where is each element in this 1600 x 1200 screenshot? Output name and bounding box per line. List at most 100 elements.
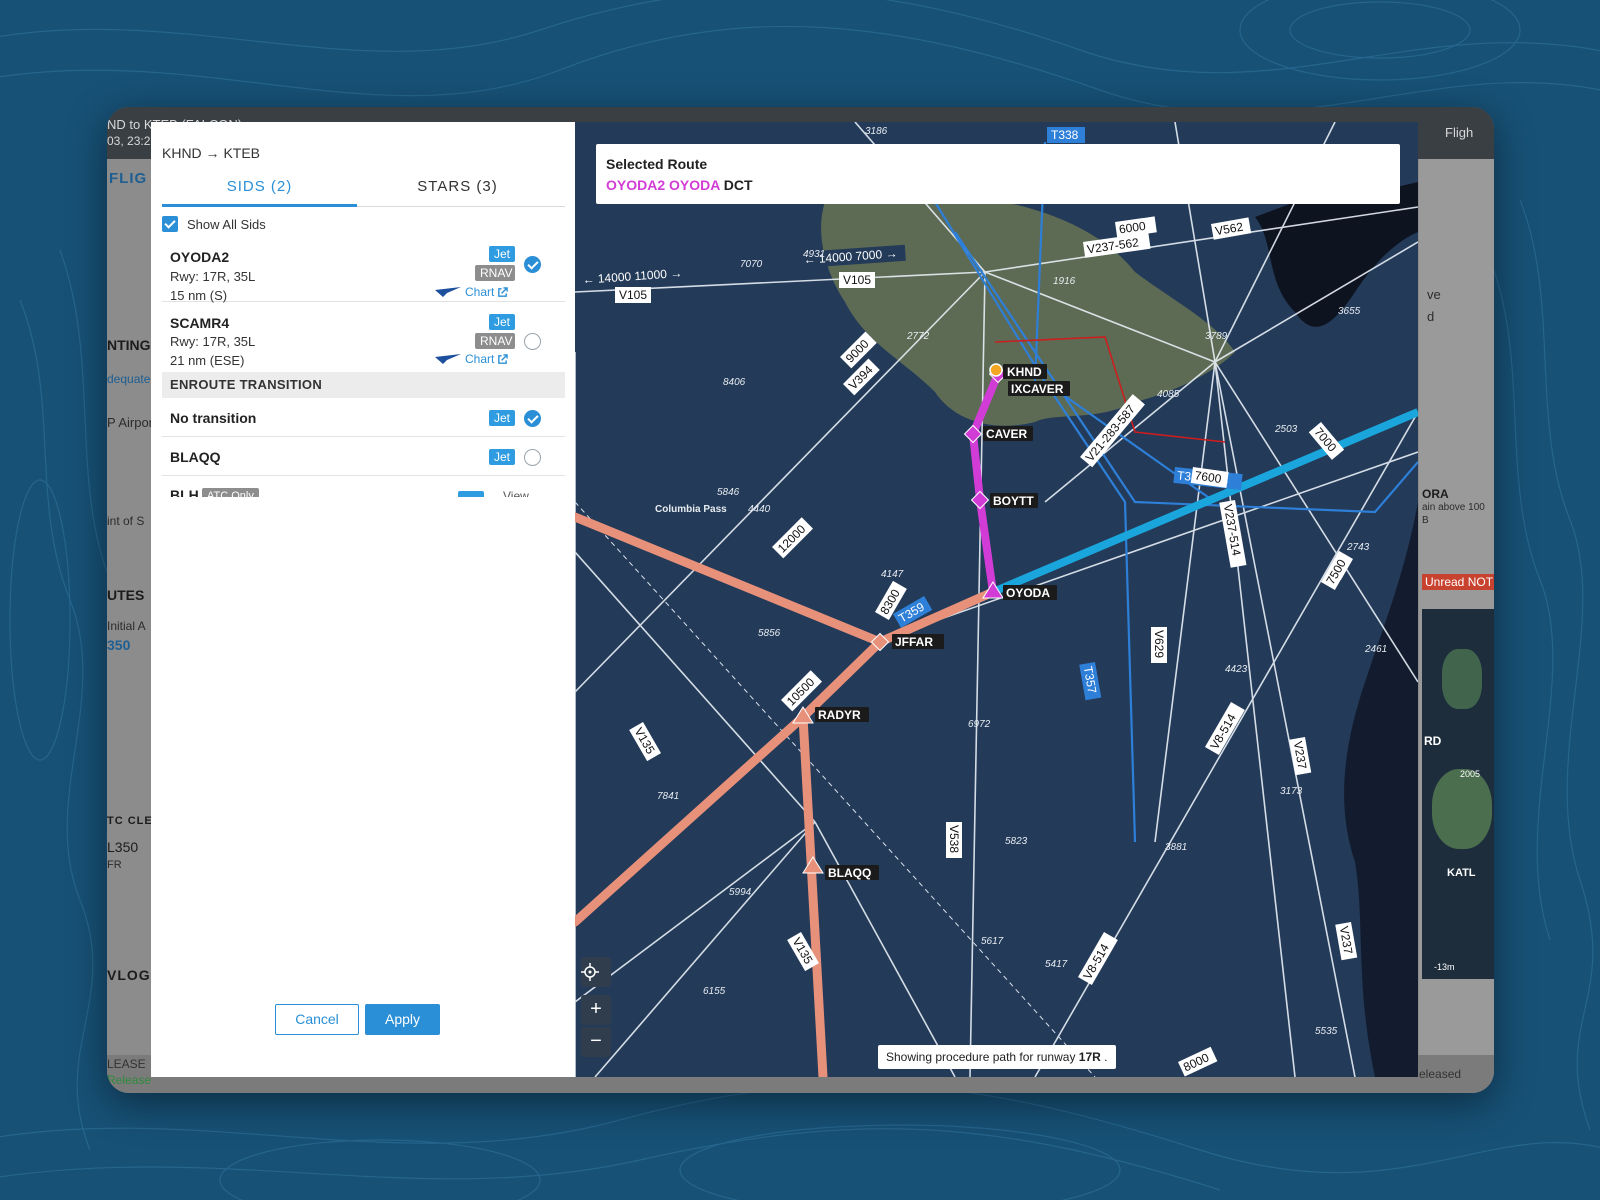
initial-text: Initial A [107, 619, 146, 633]
external-link-icon [498, 286, 509, 297]
checkbox-checked-icon[interactable] [162, 216, 178, 232]
tab-stars[interactable]: STARS (3) [360, 174, 555, 207]
route-pair-title: KHND → KTEB [162, 145, 261, 161]
procedure-radio-unselected[interactable] [524, 333, 541, 350]
apply-button[interactable]: Apply [365, 1004, 440, 1035]
transition-radio-selected[interactable] [524, 410, 541, 427]
external-link-icon [498, 353, 509, 364]
svg-text:7841: 7841 [657, 791, 679, 802]
atc-only-badge: ATC Only [202, 488, 259, 497]
note-prefix: Showing procedure path for runway [886, 1050, 1076, 1064]
transition-item-blh[interactable]: BLH ATC Only View [162, 477, 565, 497]
chart-link[interactable]: Chart [435, 352, 509, 366]
waypoint-label-radyr: RADYR [818, 708, 861, 722]
airway-label-v105b: V105 [843, 273, 871, 287]
procedure-name: OYODA2 [170, 249, 230, 265]
tablet-device-frame: ND to KTEB (FALCON) 03, 23:2 Fligh FLIG … [107, 107, 1494, 1093]
procedure-distance: 21 nm (ESE) [170, 353, 245, 368]
flight-tab: FLIG [109, 170, 148, 187]
procedure-runways: Rwy: 17R, 35L [170, 334, 256, 349]
transition-name: No transition [170, 410, 257, 426]
release-label: LEASE [107, 1057, 146, 1071]
waypoint-label-oyoda: OYODA [1006, 586, 1050, 600]
radar-time-label: -13m [1434, 962, 1455, 972]
view-link[interactable]: View [503, 489, 529, 497]
svg-text:6155: 6155 [703, 986, 726, 997]
right-b-text: B [1422, 515, 1429, 526]
transition-item-no-transition[interactable]: No transition Jet [162, 399, 565, 437]
waypoint-label-caver: CAVER [986, 427, 1027, 441]
selected-route-value: OYODA2 OYODA DCT [606, 177, 1390, 193]
svg-text:4147: 4147 [881, 569, 904, 580]
water-body-east [1344, 502, 1418, 1077]
unread-notams-badge: Unread NOT [1422, 574, 1494, 590]
planning-heading: NTING [107, 337, 151, 353]
note-runway: 17R [1078, 1050, 1101, 1064]
right-2005-text: 2005 [1460, 769, 1481, 779]
transition-radio-unselected[interactable] [524, 449, 541, 466]
rnav-badge: RNAV [475, 265, 515, 281]
procedure-selection-panel: KHND → KTEB SIDS (2) STARS (3) Show All … [151, 122, 575, 1077]
procedure-item-oyoda2[interactable]: OYODA2 Rwy: 17R, 35L 15 nm (S) Jet RNAV … [162, 240, 565, 303]
cancel-button[interactable]: Cancel [275, 1004, 359, 1035]
point-text: int of S [107, 514, 145, 528]
flight-level-value: 350 [107, 637, 131, 653]
svg-text:3173: 3173 [1280, 786, 1303, 797]
svg-text:5417: 5417 [1045, 959, 1068, 970]
chart-canvas: KHND IXCAVER CAVER BOYTT OYODA JFFAR RAD… [575, 122, 1418, 1077]
right-ora-text: ORA [1422, 487, 1449, 501]
header-date-text: 03, 23:2 [107, 134, 151, 148]
enroute-chart-map[interactable]: KHND IXCAVER CAVER BOYTT OYODA JFFAR RAD… [575, 122, 1418, 1077]
zoom-in-button[interactable]: + [581, 995, 611, 1025]
svg-text:4085: 4085 [1157, 389, 1180, 400]
transition-item-blaqq[interactable]: BLAQQ Jet [162, 438, 565, 476]
selected-route-title: Selected Route [606, 156, 708, 172]
svg-text:6972: 6972 [968, 719, 991, 730]
svg-text:5846: 5846 [717, 487, 740, 498]
airline-logo-icon [435, 354, 461, 364]
atc-clearance-heading: TC CLE [107, 815, 153, 827]
selected-route-suffix: DCT [723, 177, 753, 193]
airline-logo-icon [435, 287, 461, 297]
locate-button[interactable] [581, 957, 611, 987]
svg-text:3655: 3655 [1338, 306, 1361, 317]
procedure-tabs: SIDS (2) STARS (3) [162, 174, 565, 207]
svg-text:3789: 3789 [1205, 331, 1228, 342]
svg-text:5823: 5823 [1005, 836, 1028, 847]
tab-sids[interactable]: SIDS (2) [162, 174, 357, 207]
waypoint-label-blaqq: BLAQQ [828, 866, 871, 880]
adequate-link: dequate [107, 372, 151, 386]
procedure-item-scamr4[interactable]: SCAMR4 Rwy: 17R, 35L 21 nm (ESE) Jet RNA… [162, 303, 565, 375]
crosshair-icon [581, 963, 599, 981]
svg-text:5994: 5994 [729, 887, 752, 898]
procedure-radio-selected[interactable] [524, 256, 541, 273]
zoom-out-button[interactable]: − [581, 1027, 611, 1057]
jet-badge: Jet [489, 410, 515, 426]
svg-text:2743: 2743 [1346, 542, 1370, 553]
svg-text:7070: 7070 [740, 259, 763, 270]
right-rd-text: RD [1424, 734, 1442, 748]
right-released-status: eleased [1419, 1067, 1462, 1081]
procedure-runways: Rwy: 17R, 35L [170, 269, 256, 284]
show-all-sids-toggle[interactable]: Show All Sids [162, 215, 266, 233]
selected-route-procedure: OYODA2 OYODA [606, 177, 720, 193]
clearance-level: L350 [107, 839, 139, 855]
svg-text:3186: 3186 [865, 126, 888, 137]
enroute-transition-heading: ENROUTE TRANSITION [162, 372, 565, 398]
svg-text:5617: 5617 [981, 936, 1004, 947]
airway-label-v538: V538 [947, 825, 961, 853]
svg-text:4440: 4440 [748, 504, 771, 515]
svg-text:2503: 2503 [1274, 424, 1298, 435]
rnav-badge: RNAV [475, 333, 515, 349]
chart-link-label: Chart [465, 285, 495, 299]
released-status: Release [107, 1073, 152, 1087]
selected-route-card: Selected Route OYODA2 OYODA DCT [596, 144, 1400, 204]
chart-link[interactable]: Chart [435, 285, 509, 299]
clearance-fr: FR [107, 859, 122, 871]
svg-text:5535: 5535 [1315, 1026, 1338, 1037]
svg-text:5856: 5856 [758, 628, 781, 639]
svg-text:1916: 1916 [1053, 276, 1076, 287]
transition-name: BLAQQ [170, 449, 221, 465]
svg-text:4931: 4931 [803, 249, 825, 260]
waypoint-label-jffar: JFFAR [895, 635, 933, 649]
